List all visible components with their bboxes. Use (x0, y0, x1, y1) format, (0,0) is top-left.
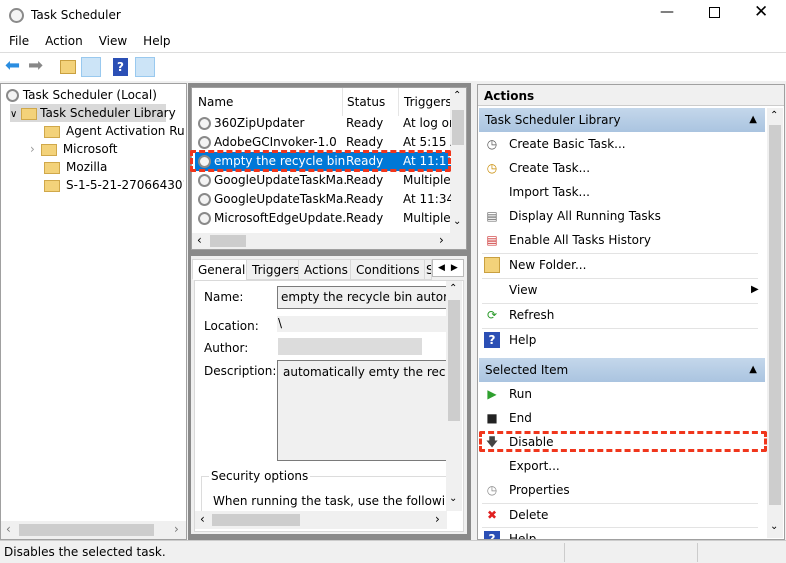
status-bar: Disables the selected task. (0, 540, 786, 563)
action-help[interactable]: Help (509, 528, 536, 539)
help-icon: ? (484, 531, 500, 539)
separator (482, 503, 758, 504)
action-end[interactable]: End (509, 407, 532, 429)
action-delete[interactable]: Delete (509, 504, 548, 526)
action-refresh[interactable]: Refresh (509, 304, 554, 326)
action-enable-all-tasks-history[interactable]: Enable All Tasks History (509, 229, 651, 251)
status-divider (697, 543, 698, 562)
highlight-disable-action (479, 431, 767, 452)
display-running-tasks-icon: ▤ (486, 209, 498, 223)
enable-history-icon: ▤ (486, 233, 498, 247)
help-icon: ? (484, 332, 500, 348)
separator (482, 278, 758, 279)
status-divider (564, 543, 565, 562)
create-basic-task-icon: ◷ (486, 137, 498, 151)
action-import-task[interactable]: Import Task... (509, 181, 590, 203)
separator (482, 328, 758, 329)
refresh-icon: ⟳ (486, 308, 498, 322)
delete-icon: ✖ (486, 508, 498, 522)
new-folder-icon (484, 257, 500, 273)
action-display-all-running-tasks[interactable]: Display All Running Tasks (509, 205, 661, 227)
action-run[interactable]: Run (509, 383, 532, 405)
create-task-icon: ◷ (486, 161, 498, 175)
separator (482, 527, 758, 528)
end-icon: ■ (486, 411, 498, 425)
action-create-basic-task[interactable]: Create Basic Task... (509, 133, 626, 155)
submenu-arrow-icon: ▶ (751, 284, 759, 295)
action-help[interactable]: Help (509, 329, 536, 351)
action-export[interactable]: Export... (509, 455, 560, 477)
run-icon: ▶ (487, 387, 497, 401)
separator (482, 303, 758, 304)
properties-icon: ◷ (486, 483, 498, 497)
status-text: Disables the selected task. (4, 545, 166, 559)
action-new-folder[interactable]: New Folder... (509, 254, 586, 276)
action-create-task[interactable]: Create Task... (509, 157, 590, 179)
separator (482, 253, 758, 254)
action-view[interactable]: View (509, 279, 537, 301)
action-properties[interactable]: Properties (509, 479, 570, 501)
